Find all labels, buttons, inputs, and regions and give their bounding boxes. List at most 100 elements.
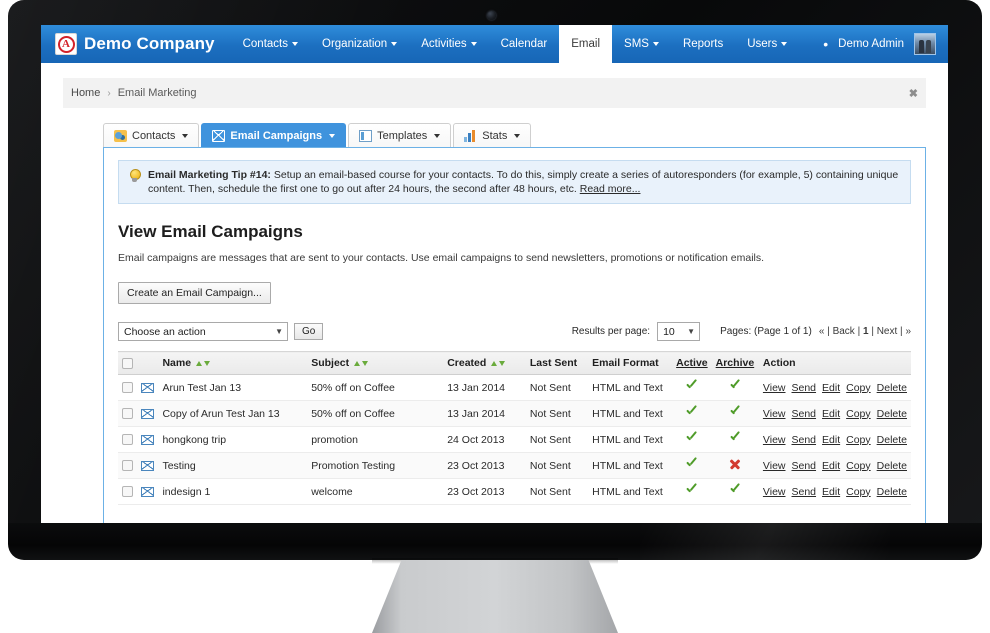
th-email-format: Email Format	[588, 351, 673, 375]
cell-actions: View Send Edit Copy Delete	[758, 426, 911, 453]
nav-item-activities[interactable]: Activities	[409, 25, 488, 63]
action-view-link[interactable]: View	[763, 408, 786, 420]
tab-stats[interactable]: Stats	[453, 123, 532, 147]
th-active[interactable]: Active	[672, 351, 712, 375]
page-description: Email campaigns are messages that are se…	[118, 252, 765, 264]
action-send-link[interactable]: Send	[792, 434, 817, 446]
admin-name[interactable]: Demo Admin	[838, 38, 904, 50]
nav-item-organization[interactable]: Organization	[310, 25, 409, 63]
action-delete-link[interactable]: Delete	[877, 382, 907, 394]
top-navbar: A Demo Company Contacts Organization Act…	[41, 25, 948, 63]
action-delete-link[interactable]: Delete	[877, 460, 907, 472]
row-checkbox[interactable]	[122, 460, 133, 472]
action-view-link[interactable]: View	[763, 434, 786, 446]
action-copy-link[interactable]: Copy	[846, 382, 871, 394]
cell-name: hongkong trip	[158, 426, 308, 453]
action-delete-link[interactable]: Delete	[877, 408, 907, 420]
brand-name: Demo Company	[84, 34, 215, 53]
results-per-page-value: 10	[663, 325, 675, 338]
row-checkbox[interactable]	[122, 408, 133, 420]
create-email-campaign-button[interactable]: Create an Email Campaign...	[118, 282, 271, 304]
envelope-icon	[141, 382, 155, 393]
action-edit-link[interactable]: Edit	[822, 408, 840, 420]
row-type-icon-cell	[137, 478, 159, 505]
action-view-link[interactable]: View	[763, 486, 786, 498]
cell-subject: 50% off on Coffee	[307, 400, 444, 427]
tab-email-campaigns[interactable]: Email Campaigns	[201, 123, 347, 147]
cell-name: Copy of Arun Test Jan 13	[158, 400, 308, 427]
pager-back[interactable]: Back	[833, 326, 855, 337]
pager-next[interactable]: Next	[877, 326, 898, 337]
action-select[interactable]: Choose an action ▼	[118, 322, 288, 341]
cell-last-sent: Not Sent	[525, 374, 589, 401]
chevron-down-icon	[514, 133, 521, 138]
breadcrumb-home[interactable]: Home	[71, 87, 100, 99]
action-send-link[interactable]: Send	[792, 382, 817, 394]
check-icon	[685, 380, 698, 392]
screen-viewport: A Demo Company Contacts Organization Act…	[41, 25, 948, 523]
nav-right-group: • Demo Admin	[823, 33, 948, 55]
cell-active	[672, 400, 712, 427]
action-view-link[interactable]: View	[763, 460, 786, 472]
row-checkbox[interactable]	[122, 486, 133, 498]
pager-current-page[interactable]: 1	[863, 326, 869, 337]
nav-item-reports[interactable]: Reports	[671, 25, 735, 63]
th-action: Action	[758, 351, 911, 375]
chevron-down-icon	[470, 41, 477, 46]
row-type-icon-cell	[137, 400, 159, 427]
tab-templates[interactable]: Templates	[348, 123, 452, 147]
results-per-page-select[interactable]: 10 ▼	[657, 322, 701, 341]
th-icon	[137, 351, 159, 375]
th-archive-label: Archive	[715, 357, 755, 369]
avatar[interactable]	[914, 33, 936, 55]
tab-contacts[interactable]: Contacts	[103, 123, 200, 147]
close-icon[interactable]: ✖	[909, 87, 918, 100]
cell-created: 23 Oct 2013	[443, 452, 526, 479]
go-button[interactable]: Go	[294, 323, 324, 340]
nav-item-users[interactable]: Users	[735, 25, 799, 63]
brand-logo-letter: A	[57, 35, 75, 53]
sort-arrows-icon[interactable]	[490, 357, 506, 369]
action-delete-link[interactable]: Delete	[877, 434, 907, 446]
action-send-link[interactable]: Send	[792, 460, 817, 472]
action-copy-link[interactable]: Copy	[846, 460, 871, 472]
nav-item-contacts[interactable]: Contacts	[231, 25, 310, 63]
action-view-link[interactable]: View	[763, 382, 786, 394]
sort-arrows-icon[interactable]	[195, 357, 211, 369]
brand[interactable]: A Demo Company	[41, 33, 231, 55]
cell-email-format: HTML and Text	[588, 374, 673, 401]
check-icon	[685, 406, 698, 418]
monitor-stand	[372, 560, 618, 633]
action-edit-link[interactable]: Edit	[822, 460, 840, 472]
row-checkbox[interactable]	[122, 434, 133, 446]
chevron-down-icon	[182, 133, 189, 138]
nav-item-calendar[interactable]: Calendar	[489, 25, 560, 63]
pager-last[interactable]: »	[905, 326, 911, 337]
th-name[interactable]: Name	[158, 351, 308, 375]
breadcrumb-separator: ›	[107, 87, 111, 99]
th-archive[interactable]: Archive	[711, 351, 759, 375]
action-edit-link[interactable]: Edit	[822, 434, 840, 446]
tip-read-more-link[interactable]: Read more...	[580, 183, 641, 195]
cross-icon	[729, 458, 741, 470]
chevron-down-icon: ▼	[687, 326, 696, 336]
action-copy-link[interactable]: Copy	[846, 486, 871, 498]
action-send-link[interactable]: Send	[792, 486, 817, 498]
th-subject[interactable]: Subject	[307, 351, 444, 375]
action-copy-link[interactable]: Copy	[846, 434, 871, 446]
action-copy-link[interactable]: Copy	[846, 408, 871, 420]
cell-archive	[711, 400, 759, 427]
select-all-checkbox[interactable]	[122, 357, 133, 369]
nav-item-sms[interactable]: SMS	[612, 25, 671, 63]
action-delete-link[interactable]: Delete	[877, 486, 907, 498]
action-edit-link[interactable]: Edit	[822, 382, 840, 394]
row-checkbox[interactable]	[122, 382, 133, 394]
nav-item-email[interactable]: Email	[559, 25, 613, 63]
th-created[interactable]: Created	[443, 351, 526, 375]
droplet-icon[interactable]: •	[823, 37, 828, 51]
action-edit-link[interactable]: Edit	[822, 486, 840, 498]
sort-arrows-icon[interactable]	[353, 357, 369, 369]
action-send-link[interactable]: Send	[792, 408, 817, 420]
pager-first[interactable]: «	[819, 326, 825, 337]
cell-name: Arun Test Jan 13	[158, 374, 308, 401]
